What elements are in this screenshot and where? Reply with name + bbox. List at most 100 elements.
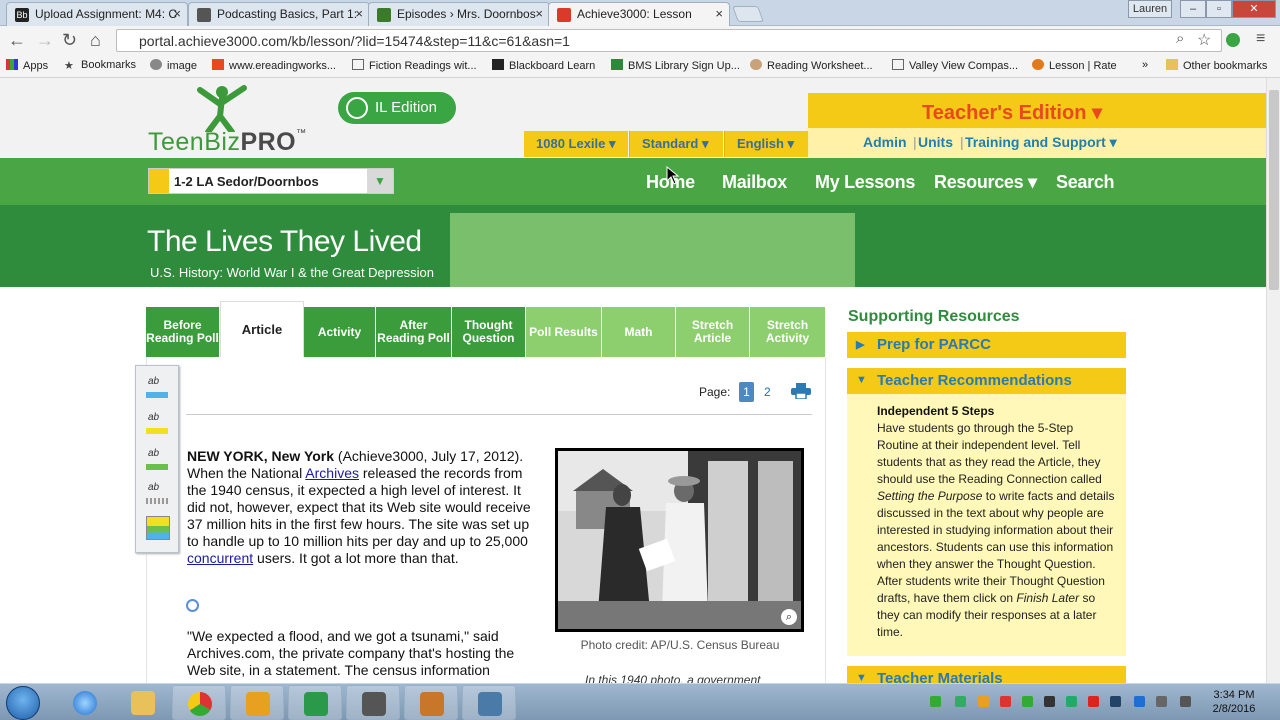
tray-icon[interactable]	[1088, 696, 1099, 707]
bookmark-lesson-rate[interactable]: Lesson | Rate	[1032, 59, 1117, 72]
tab-math[interactable]: Math	[602, 307, 676, 357]
minimize-button[interactable]: –	[1180, 0, 1206, 18]
start-button[interactable]	[6, 686, 40, 720]
close-window-button[interactable]: ✕	[1232, 0, 1276, 18]
highlight-green-tool-icon[interactable]: ab	[146, 448, 170, 472]
class-select[interactable]: 1-2 LA Sedor/Doornbos ▼	[148, 168, 394, 194]
tab-stretch-activity[interactable]: Stretch Activity	[750, 307, 826, 357]
admin-link[interactable]: Admin	[863, 134, 907, 150]
new-tab-button[interactable]	[732, 6, 764, 22]
zoom-icon[interactable]: ⌕	[1176, 30, 1184, 47]
tray-icon[interactable]	[1044, 696, 1055, 707]
taskbar-microphone[interactable]	[346, 685, 400, 720]
tab-activity[interactable]: Activity	[304, 307, 376, 357]
achieve-icon	[557, 8, 571, 22]
taskbar-file-explorer[interactable]	[116, 685, 170, 720]
il-edition-badge[interactable]: IL Edition	[338, 92, 456, 124]
audio-play-icon[interactable]	[186, 599, 199, 612]
print-icon[interactable]	[791, 383, 811, 399]
close-tab-icon[interactable]: ×	[715, 6, 723, 21]
tab-poll-results[interactable]: Poll Results	[526, 307, 602, 357]
tab-article[interactable]: Article	[220, 301, 304, 357]
tab-after-reading-poll[interactable]: After Reading Poll	[376, 307, 452, 357]
taskbar-chrome[interactable]	[172, 685, 226, 720]
close-tab-icon[interactable]: ×	[535, 6, 543, 21]
tab-thought-question[interactable]: Thought Question	[452, 307, 526, 357]
highlight-blue-tool-icon[interactable]: ab	[146, 376, 170, 400]
taskbar-sheets[interactable]	[288, 685, 342, 720]
bookmark-fiction-readings[interactable]: Fiction Readings wit...	[352, 59, 477, 72]
tray-icon[interactable]	[1110, 696, 1121, 707]
bookmark-blackboard[interactable]: Blackboard Learn	[492, 59, 595, 72]
bookmark-bms-library[interactable]: BMS Library Sign Up...	[611, 59, 740, 72]
tab-before-reading-poll[interactable]: Before Reading Poll	[146, 307, 220, 357]
menu-icon[interactable]: ≡	[1256, 30, 1265, 48]
back-icon[interactable]: ←	[8, 30, 26, 51]
units-link[interactable]: Units	[918, 134, 953, 150]
teenbiz-pro-logo[interactable]: TeenBizPRO™	[148, 128, 307, 157]
bookmark-image[interactable]: image	[150, 59, 197, 72]
page-scrollbar[interactable]	[1266, 78, 1280, 683]
lexile-dropdown[interactable]: 1080 Lexile ▾	[524, 131, 628, 157]
teacher-recommendations-accordion[interactable]: ▼ Teacher Recommendations	[847, 368, 1126, 394]
tray-icon[interactable]	[955, 696, 966, 707]
forward-icon[interactable]: →	[36, 30, 54, 51]
archives-glossary-link[interactable]: Archives	[305, 465, 359, 481]
tray-icon[interactable]	[978, 696, 989, 707]
taskbar-internet-explorer[interactable]	[58, 685, 112, 720]
tray-icon[interactable]	[1022, 696, 1033, 707]
taskbar-media-app[interactable]	[404, 685, 458, 720]
nav-my-lessons[interactable]: My Lessons	[815, 172, 915, 193]
address-bar[interactable]: portal.achieve3000.com/kb/lesson/?lid=15…	[116, 29, 1222, 52]
teacher-materials-accordion[interactable]: ▼ Teacher Materials	[847, 666, 1126, 683]
volume-icon[interactable]	[1180, 696, 1191, 707]
tray-icon[interactable]	[930, 696, 941, 707]
bookmark-valley-view[interactable]: Valley View Compas...	[892, 59, 1018, 72]
tab-stretch-article[interactable]: Stretch Article	[676, 307, 750, 357]
bookmark-bookmarks[interactable]: ★ Bookmarks	[64, 59, 136, 72]
tray-icon[interactable]	[1066, 696, 1077, 707]
page-2-link[interactable]: 2	[764, 385, 771, 399]
user-badge[interactable]: Lauren	[1128, 0, 1172, 18]
bookmark-star-icon[interactable]: ☆	[1197, 30, 1211, 50]
highlight-eraser-tool-icon[interactable]: ab	[146, 482, 170, 506]
page-1-button[interactable]: 1	[739, 382, 754, 402]
teacher-edition-dropdown[interactable]: Teacher's Edition ▾	[922, 100, 1102, 125]
system-clock[interactable]: 3:34 PM 2/8/2016	[1206, 688, 1262, 716]
chevron-down-icon[interactable]: ▼	[367, 169, 393, 193]
network-icon[interactable]	[1156, 696, 1167, 707]
reload-icon[interactable]: ↻	[62, 30, 77, 51]
zoom-photo-icon[interactable]: ⌕	[781, 609, 797, 625]
bluetooth-icon[interactable]	[1134, 696, 1145, 707]
bookmarks-overflow-chevron[interactable]: »	[1142, 59, 1148, 71]
article-photo[interactable]: ⌕	[555, 448, 804, 632]
nav-search[interactable]: Search	[1056, 172, 1115, 193]
home-icon[interactable]: ⌂	[90, 30, 101, 51]
browser-tab-episodes[interactable]: Episodes › Mrs. Doornbos ×	[368, 2, 550, 26]
folder-icon	[1166, 59, 1178, 70]
scrollbar-thumb[interactable]	[1269, 90, 1279, 290]
taskbar-tool-app[interactable]	[462, 685, 516, 720]
language-dropdown[interactable]: English ▾	[724, 131, 808, 157]
bookmark-ereadingworks[interactable]: www.ereadingworks...	[212, 59, 336, 72]
tray-icon[interactable]	[1000, 696, 1011, 707]
level-dropdown[interactable]: Standard ▾	[629, 131, 723, 157]
browser-tab-upload-assignment[interactable]: Bb Upload Assignment: M4: C ×	[6, 2, 188, 26]
training-support-link[interactable]: Training and Support ▾	[965, 134, 1117, 151]
browser-tab-podcasting-basics[interactable]: Podcasting Basics, Part 1: ×	[188, 2, 370, 26]
close-tab-icon[interactable]: ×	[173, 6, 181, 21]
close-tab-icon[interactable]: ×	[355, 6, 363, 21]
extension-icon[interactable]	[1226, 33, 1240, 47]
prep-for-parcc-accordion[interactable]: ▶ Prep for PARCC	[847, 332, 1126, 358]
bookmark-reading-worksheet[interactable]: Reading Worksheet...	[750, 59, 873, 72]
notes-icon[interactable]	[146, 516, 170, 540]
concurrent-glossary-link[interactable]: concurrent	[187, 550, 253, 566]
bookmark-apps[interactable]: Apps	[6, 59, 48, 72]
browser-tab-achieve3000[interactable]: Achieve3000: Lesson ×	[548, 2, 730, 27]
maximize-button[interactable]: ▫	[1206, 0, 1232, 18]
nav-mailbox[interactable]: Mailbox	[722, 172, 787, 193]
highlight-yellow-tool-icon[interactable]: ab	[146, 412, 170, 436]
nav-resources[interactable]: Resources ▾	[934, 172, 1037, 193]
bookmark-other-bookmarks[interactable]: Other bookmarks	[1166, 59, 1267, 72]
taskbar-outlook[interactable]	[230, 685, 284, 720]
